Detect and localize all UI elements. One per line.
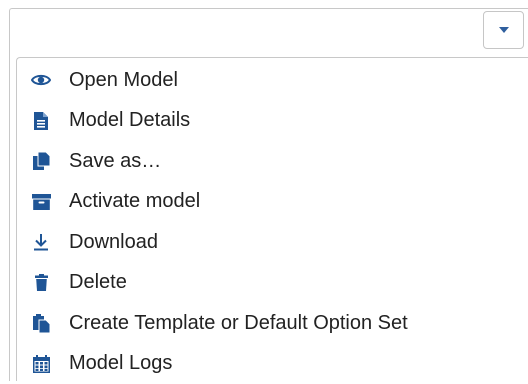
archive-icon (31, 192, 51, 212)
menu-item-open-model[interactable]: Open Model (17, 60, 528, 101)
menu-item-activate-model[interactable]: Activate model (17, 182, 528, 223)
menu-item-model-logs[interactable]: Model Logs (17, 344, 528, 384)
dropdown-menu: Open Model Model Details Save as… (16, 57, 528, 381)
menu-item-label: Save as… (69, 150, 161, 173)
menu-item-download[interactable]: Download (17, 222, 528, 263)
menu-item-label: Model Details (69, 109, 190, 132)
trash-icon (31, 273, 51, 293)
calendar-icon (31, 354, 51, 374)
menu-item-save-as[interactable]: Save as… (17, 141, 528, 182)
copy-icon (31, 151, 51, 171)
download-icon (31, 232, 51, 252)
menu-item-label: Open Model (69, 69, 178, 92)
paste-icon (31, 313, 51, 333)
menu-item-delete[interactable]: Delete (17, 263, 528, 304)
menu-item-model-details[interactable]: Model Details (17, 101, 528, 142)
caret-down-icon (499, 27, 509, 33)
menu-item-label: Activate model (69, 190, 200, 213)
menu-item-label: Model Logs (69, 352, 172, 375)
menu-item-label: Download (69, 231, 158, 254)
dropdown-toggle-button[interactable] (483, 11, 524, 49)
eye-icon (31, 70, 51, 90)
menu-item-label: Delete (69, 271, 127, 294)
file-details-icon (31, 111, 51, 131)
menu-item-label: Create Template or Default Option Set (69, 312, 408, 335)
menu-item-create-template[interactable]: Create Template or Default Option Set (17, 303, 528, 344)
